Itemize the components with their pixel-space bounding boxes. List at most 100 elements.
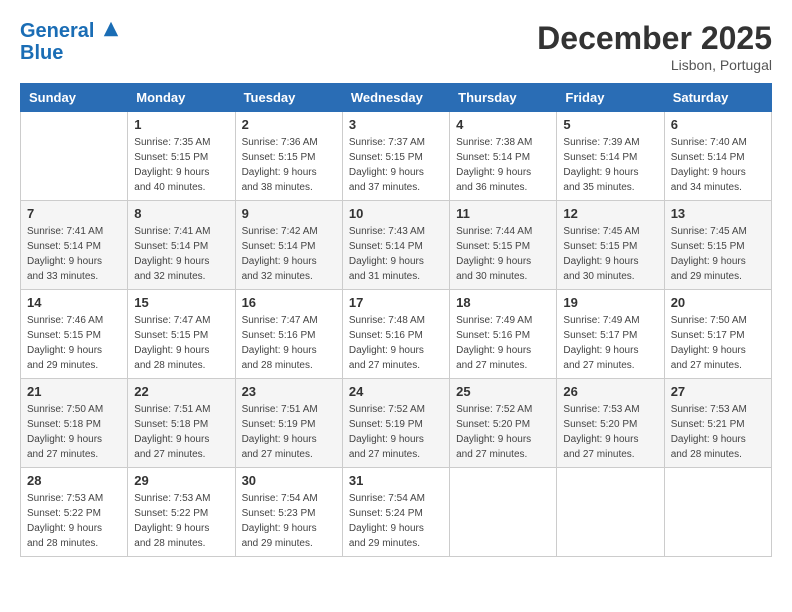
day-info: Sunrise: 7:53 AMSunset: 5:22 PMDaylight:… (27, 491, 121, 551)
day-info: Sunrise: 7:37 AMSunset: 5:15 PMDaylight:… (349, 135, 443, 195)
calendar-cell: 6 Sunrise: 7:40 AMSunset: 5:14 PMDaylight… (664, 112, 771, 201)
day-number: 30 (242, 473, 336, 488)
day-number: 27 (671, 384, 765, 399)
weekday-wednesday: Wednesday (342, 84, 449, 112)
day-number: 21 (27, 384, 121, 399)
day-info: Sunrise: 7:38 AMSunset: 5:14 PMDaylight:… (456, 135, 550, 195)
day-info: Sunrise: 7:49 AMSunset: 5:17 PMDaylight:… (563, 313, 657, 373)
day-number: 15 (134, 295, 228, 310)
week-row-1: 1 Sunrise: 7:35 AMSunset: 5:15 PMDaylight… (21, 112, 772, 201)
calendar-cell: 16 Sunrise: 7:47 AMSunset: 5:16 PMDayligh… (235, 290, 342, 379)
calendar-cell: 17 Sunrise: 7:48 AMSunset: 5:16 PMDayligh… (342, 290, 449, 379)
calendar-cell: 14 Sunrise: 7:46 AMSunset: 5:15 PMDayligh… (21, 290, 128, 379)
calendar-cell (21, 112, 128, 201)
calendar-cell: 11Sunrise: 7:44 AMSunset: 5:15 PMDayligh… (450, 201, 557, 290)
day-info: Sunrise: 7:54 AMSunset: 5:24 PMDaylight:… (349, 491, 443, 551)
day-number: 19 (563, 295, 657, 310)
day-number: 14 (27, 295, 121, 310)
week-row-3: 14 Sunrise: 7:46 AMSunset: 5:15 PMDayligh… (21, 290, 772, 379)
calendar-cell: 10 Sunrise: 7:43 AMSunset: 5:14 PMDayligh… (342, 201, 449, 290)
calendar-cell: 19 Sunrise: 7:49 AMSunset: 5:17 PMDayligh… (557, 290, 664, 379)
day-info: Sunrise: 7:36 AMSunset: 5:15 PMDaylight:… (242, 135, 336, 195)
day-number: 13 (671, 206, 765, 221)
day-info: Sunrise: 7:48 AMSunset: 5:16 PMDaylight:… (349, 313, 443, 373)
day-info: Sunrise: 7:54 AMSunset: 5:23 PMDaylight:… (242, 491, 336, 551)
calendar-cell: 7 Sunrise: 7:41 AMSunset: 5:14 PMDaylight… (21, 201, 128, 290)
day-number: 6 (671, 117, 765, 132)
calendar-cell: 21 Sunrise: 7:50 AMSunset: 5:18 PMDayligh… (21, 379, 128, 468)
day-number: 11 (456, 206, 550, 221)
day-number: 1 (134, 117, 228, 132)
week-row-2: 7 Sunrise: 7:41 AMSunset: 5:14 PMDaylight… (21, 201, 772, 290)
calendar-cell: 22 Sunrise: 7:51 AMSunset: 5:18 PMDayligh… (128, 379, 235, 468)
day-number: 28 (27, 473, 121, 488)
weekday-monday: Monday (128, 84, 235, 112)
day-number: 22 (134, 384, 228, 399)
day-info: Sunrise: 7:41 AMSunset: 5:14 PMDaylight:… (27, 224, 121, 284)
day-info: Sunrise: 7:35 AMSunset: 5:15 PMDaylight:… (134, 135, 228, 195)
day-info: Sunrise: 7:41 AMSunset: 5:14 PMDaylight:… (134, 224, 228, 284)
day-number: 31 (349, 473, 443, 488)
day-info: Sunrise: 7:49 AMSunset: 5:16 PMDaylight:… (456, 313, 550, 373)
calendar-cell (557, 468, 664, 557)
day-number: 3 (349, 117, 443, 132)
day-info: Sunrise: 7:45 AMSunset: 5:15 PMDaylight:… (671, 224, 765, 284)
day-number: 4 (456, 117, 550, 132)
calendar-cell: 2 Sunrise: 7:36 AMSunset: 5:15 PMDaylight… (235, 112, 342, 201)
calendar-cell: 9 Sunrise: 7:42 AMSunset: 5:14 PMDaylight… (235, 201, 342, 290)
day-info: Sunrise: 7:50 AMSunset: 5:18 PMDaylight:… (27, 402, 121, 462)
day-number: 29 (134, 473, 228, 488)
weekday-thursday: Thursday (450, 84, 557, 112)
day-info: Sunrise: 7:51 AMSunset: 5:18 PMDaylight:… (134, 402, 228, 462)
day-info: Sunrise: 7:43 AMSunset: 5:14 PMDaylight:… (349, 224, 443, 284)
calendar-body: 1 Sunrise: 7:35 AMSunset: 5:15 PMDaylight… (21, 112, 772, 557)
calendar-cell: 20 Sunrise: 7:50 AMSunset: 5:17 PMDayligh… (664, 290, 771, 379)
calendar-cell: 4 Sunrise: 7:38 AMSunset: 5:14 PMDaylight… (450, 112, 557, 201)
day-info: Sunrise: 7:50 AMSunset: 5:17 PMDaylight:… (671, 313, 765, 373)
week-row-4: 21 Sunrise: 7:50 AMSunset: 5:18 PMDayligh… (21, 379, 772, 468)
day-info: Sunrise: 7:45 AMSunset: 5:15 PMDaylight:… (563, 224, 657, 284)
calendar-cell (450, 468, 557, 557)
day-info: Sunrise: 7:42 AMSunset: 5:14 PMDaylight:… (242, 224, 336, 284)
day-number: 2 (242, 117, 336, 132)
calendar-cell: 23Sunrise: 7:51 AMSunset: 5:19 PMDayligh… (235, 379, 342, 468)
calendar-cell: 26 Sunrise: 7:53 AMSunset: 5:20 PMDayligh… (557, 379, 664, 468)
day-number: 17 (349, 295, 443, 310)
calendar-cell: 27 Sunrise: 7:53 AMSunset: 5:21 PMDayligh… (664, 379, 771, 468)
day-info: Sunrise: 7:40 AMSunset: 5:14 PMDaylight:… (671, 135, 765, 195)
page-header: General Blue December 2025 Lisbon, Portu… (20, 20, 772, 73)
day-info: Sunrise: 7:39 AMSunset: 5:14 PMDaylight:… (563, 135, 657, 195)
logo-blue: Blue (20, 42, 120, 64)
day-number: 5 (563, 117, 657, 132)
calendar-cell: 28 Sunrise: 7:53 AMSunset: 5:22 PMDayligh… (21, 468, 128, 557)
calendar-cell: 18 Sunrise: 7:49 AMSunset: 5:16 PMDayligh… (450, 290, 557, 379)
day-number: 8 (134, 206, 228, 221)
day-number: 20 (671, 295, 765, 310)
day-number: 10 (349, 206, 443, 221)
logo: General Blue (20, 20, 120, 64)
calendar-cell: 1 Sunrise: 7:35 AMSunset: 5:15 PMDaylight… (128, 112, 235, 201)
calendar-cell (664, 468, 771, 557)
weekday-saturday: Saturday (664, 84, 771, 112)
day-number: 26 (563, 384, 657, 399)
calendar-cell: 12 Sunrise: 7:45 AMSunset: 5:15 PMDayligh… (557, 201, 664, 290)
day-number: 12 (563, 206, 657, 221)
calendar-cell: 5 Sunrise: 7:39 AMSunset: 5:14 PMDaylight… (557, 112, 664, 201)
day-info: Sunrise: 7:53 AMSunset: 5:22 PMDaylight:… (134, 491, 228, 551)
calendar-table: SundayMondayTuesdayWednesdayThursdayFrid… (20, 83, 772, 557)
month-title: December 2025 (537, 20, 772, 57)
day-info: Sunrise: 7:53 AMSunset: 5:21 PMDaylight:… (671, 402, 765, 462)
day-info: Sunrise: 7:47 AMSunset: 5:15 PMDaylight:… (134, 313, 228, 373)
day-info: Sunrise: 7:53 AMSunset: 5:20 PMDaylight:… (563, 402, 657, 462)
day-number: 16 (242, 295, 336, 310)
day-info: Sunrise: 7:47 AMSunset: 5:16 PMDaylight:… (242, 313, 336, 373)
day-info: Sunrise: 7:51 AMSunset: 5:19 PMDaylight:… (242, 402, 336, 462)
calendar-cell: 3 Sunrise: 7:37 AMSunset: 5:15 PMDaylight… (342, 112, 449, 201)
day-info: Sunrise: 7:46 AMSunset: 5:15 PMDaylight:… (27, 313, 121, 373)
weekday-sunday: Sunday (21, 84, 128, 112)
calendar-cell: 24Sunrise: 7:52 AMSunset: 5:19 PMDayligh… (342, 379, 449, 468)
day-number: 7 (27, 206, 121, 221)
day-number: 24 (349, 384, 443, 399)
day-number: 18 (456, 295, 550, 310)
day-number: 9 (242, 206, 336, 221)
